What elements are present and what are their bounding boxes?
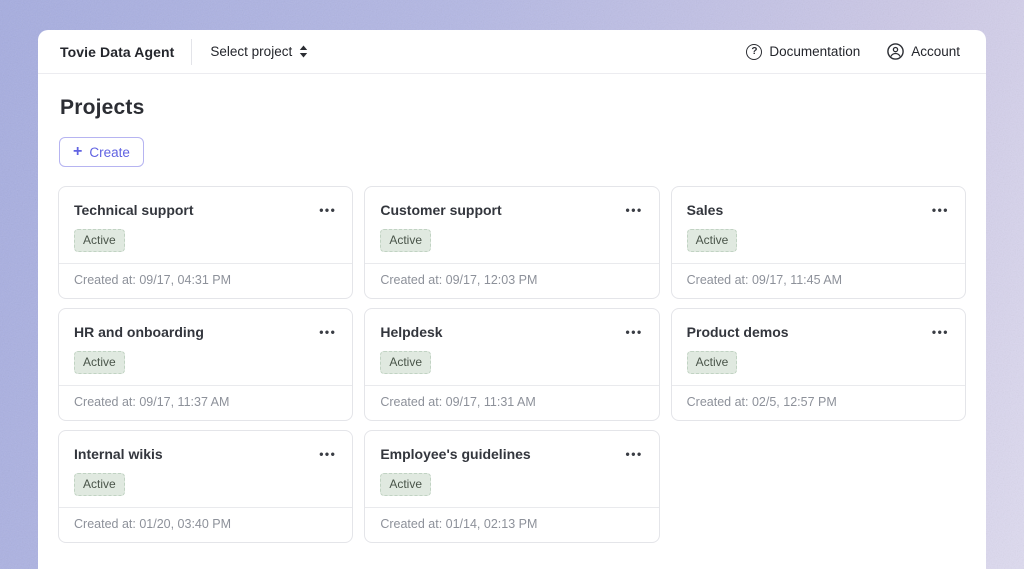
app-brand: Tovie Data Agent [60,44,174,60]
project-title: Technical support [74,202,194,218]
page-title: Projects [60,96,966,120]
ellipsis-menu-icon[interactable]: ••• [319,326,336,338]
created-at-text: Created at: 09/17, 12:03 PM [365,264,658,298]
create-button-label: Create [89,145,130,160]
status-badge: Active [380,351,431,374]
ellipsis-menu-icon[interactable]: ••• [626,448,643,460]
status-badge: Active [380,229,431,252]
project-title: Customer support [380,202,501,218]
project-card[interactable]: Internal wikis ••• Active Created at: 01… [58,430,353,543]
create-project-button[interactable]: + Create [59,137,144,167]
ellipsis-menu-icon[interactable]: ••• [319,204,336,216]
created-at-text: Created at: 09/17, 11:45 AM [672,264,965,298]
status-badge: Active [687,229,738,252]
project-title: HR and onboarding [74,324,204,340]
nav-item-documentation[interactable]: ? Documentation [746,44,860,60]
app-window: Tovie Data Agent Select project ? Docume… [38,30,986,569]
ellipsis-menu-icon[interactable]: ••• [932,204,949,216]
project-selector-label: Select project [210,44,292,59]
status-badge: Active [74,229,125,252]
desktop-background: Tovie Data Agent Select project ? Docume… [0,0,1024,569]
created-at-text: Created at: 01/14, 02:13 PM [365,508,658,542]
ellipsis-menu-icon[interactable]: ••• [319,448,336,460]
project-title: Helpdesk [380,324,442,340]
account-label: Account [911,44,960,59]
main-content: Projects + Create Technical support ••• … [38,74,986,569]
top-navigation-bar: Tovie Data Agent Select project ? Docume… [38,30,986,74]
project-title: Sales [687,202,724,218]
created-at-text: Created at: 09/17, 11:31 AM [365,386,658,420]
projects-grid: Technical support ••• Active Created at:… [58,186,966,543]
project-title: Product demos [687,324,789,340]
project-title: Employee's guidelines [380,446,530,462]
status-badge: Active [74,351,125,374]
status-badge: Active [687,351,738,374]
documentation-label: Documentation [769,44,860,59]
project-card[interactable]: Employee's guidelines ••• Active Created… [364,430,659,543]
help-circle-icon: ? [746,44,762,60]
ellipsis-menu-icon[interactable]: ••• [932,326,949,338]
status-badge: Active [380,473,431,496]
project-card[interactable]: Product demos ••• Active Created at: 02/… [671,308,966,421]
project-card[interactable]: Sales ••• Active Created at: 09/17, 11:4… [671,186,966,299]
project-title: Internal wikis [74,446,163,462]
project-card[interactable]: Helpdesk ••• Active Created at: 09/17, 1… [364,308,659,421]
project-card[interactable]: Customer support ••• Active Created at: … [364,186,659,299]
user-circle-icon [887,43,904,60]
vertical-divider [191,39,192,65]
nav-item-account[interactable]: Account [887,43,960,60]
created-at-text: Created at: 01/20, 03:40 PM [59,508,352,542]
created-at-text: Created at: 09/17, 04:31 PM [59,264,352,298]
project-card[interactable]: HR and onboarding ••• Active Created at:… [58,308,353,421]
plus-icon: + [73,144,82,160]
project-card[interactable]: Technical support ••• Active Created at:… [58,186,353,299]
project-selector-dropdown[interactable]: Select project [210,44,308,59]
ellipsis-menu-icon[interactable]: ••• [626,204,643,216]
ellipsis-menu-icon[interactable]: ••• [626,326,643,338]
created-at-text: Created at: 02/5, 12:57 PM [672,386,965,420]
sort-arrows-icon [299,45,308,58]
created-at-text: Created at: 09/17, 11:37 AM [59,386,352,420]
status-badge: Active [74,473,125,496]
